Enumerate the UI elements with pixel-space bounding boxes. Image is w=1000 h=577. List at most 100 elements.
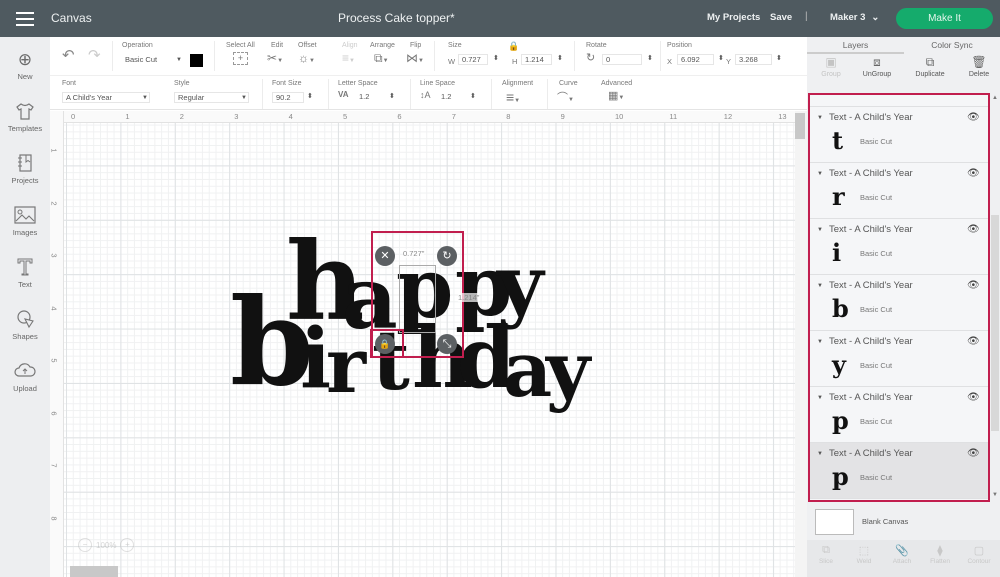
layer-item[interactable]: ▼ Text - A Child's Year 👁 y Basic Cut xyxy=(810,331,988,387)
scissors-icon[interactable]: ✂▼ xyxy=(267,51,283,65)
group-button[interactable]: ▣ Group xyxy=(807,55,855,78)
letter-a2[interactable]: a xyxy=(503,332,552,408)
sidebar-item-templates[interactable]: Templates xyxy=(0,101,50,133)
machine-selector[interactable]: Maker 3 ⌄ xyxy=(830,12,879,23)
layer-item[interactable]: h xyxy=(810,95,988,107)
line-space-stepper[interactable]: ⬍ xyxy=(470,92,476,100)
width-stepper[interactable]: ⬍ xyxy=(493,54,499,62)
font-size-input[interactable]: 90.2 xyxy=(272,92,304,103)
offset-icon[interactable]: ☼▼ xyxy=(298,51,315,65)
ungroup-button[interactable]: ⧈ UnGroup xyxy=(853,55,901,78)
scroll-down-icon[interactable]: ▼ xyxy=(992,492,998,498)
contour-button[interactable]: ▢ Contour xyxy=(960,544,998,565)
eye-icon[interactable]: 👁 xyxy=(967,168,980,179)
font-size-stepper[interactable]: ⬍ xyxy=(307,92,313,100)
rotate-handle-icon[interactable]: ↻ xyxy=(437,246,457,266)
eye-icon[interactable]: 👁 xyxy=(967,336,980,347)
my-projects-link[interactable]: My Projects xyxy=(707,12,760,23)
eye-icon[interactable]: 👁 xyxy=(967,280,980,291)
flip-icon[interactable]: ⋈▼ xyxy=(406,51,424,65)
eye-icon[interactable]: 👁 xyxy=(967,224,980,235)
height-input[interactable]: 1.214 xyxy=(521,54,552,65)
rotate-stepper[interactable]: ⬍ xyxy=(647,54,653,62)
ruler-tick-label: 11 xyxy=(669,112,678,121)
canvas-horizontal-scroll-thumb[interactable] xyxy=(70,566,118,577)
font-select[interactable]: A Child's Year xyxy=(62,92,150,103)
arrange-icon[interactable]: ⧉▼ xyxy=(374,51,389,66)
sidebar-item-new[interactable]: ⊕ New xyxy=(0,49,50,81)
expand-triangle-icon[interactable]: ▼ xyxy=(817,283,823,289)
slice-icon: ⧉ xyxy=(822,544,830,556)
eye-icon[interactable]: 👁 xyxy=(967,112,980,123)
x-position-input[interactable]: 6.092 xyxy=(677,54,714,65)
x-stepper[interactable]: ⬍ xyxy=(718,54,724,62)
duplicate-button[interactable]: ⧉ Duplicate xyxy=(906,55,954,78)
layer-thumbnail: b xyxy=(832,294,849,323)
lock-handle-icon[interactable]: 🔒 xyxy=(375,334,395,354)
select-all-icon[interactable]: + xyxy=(233,52,248,65)
color-swatch[interactable] xyxy=(190,54,203,67)
expand-triangle-icon[interactable]: ▼ xyxy=(817,115,823,121)
expand-triangle-icon[interactable]: ▼ xyxy=(817,171,823,177)
layers-scroll-thumb[interactable] xyxy=(991,215,999,431)
advanced-icon[interactable]: ▦▼ xyxy=(608,89,624,102)
scroll-up-icon[interactable]: ▲ xyxy=(992,95,998,101)
attach-button[interactable]: 📎 Attach xyxy=(883,544,921,565)
delete-button[interactable]: 🗑 Delete xyxy=(955,55,1000,78)
save-link[interactable]: Save xyxy=(770,12,792,23)
weld-button[interactable]: ⬚ Weld xyxy=(845,544,883,565)
zoom-out-button[interactable]: − xyxy=(78,538,92,552)
delete-handle-icon[interactable]: ✕ xyxy=(375,246,395,266)
y-position-input[interactable]: 3.268 xyxy=(735,54,772,65)
line-space-input[interactable]: 1.2 xyxy=(438,92,468,103)
caret-down-icon: ▼ xyxy=(241,95,247,101)
expand-triangle-icon[interactable]: ▼ xyxy=(817,339,823,345)
expand-triangle-icon[interactable]: ▼ xyxy=(817,395,823,401)
rotate-input[interactable]: 0 xyxy=(602,54,642,65)
letter-y2[interactable]: y xyxy=(546,332,590,408)
sidebar-item-upload[interactable]: Upload xyxy=(0,361,50,393)
height-stepper[interactable]: ⬍ xyxy=(557,54,563,62)
tab-color-sync[interactable]: Color Sync xyxy=(904,37,1000,53)
sidebar-item-projects[interactable]: Projects xyxy=(0,153,50,185)
tab-layers[interactable]: Layers xyxy=(807,37,904,53)
align-left-icon[interactable]: ≡▼ xyxy=(506,89,520,105)
align-icon[interactable]: ≡▼ xyxy=(342,51,355,65)
sidebar-item-text[interactable]: Text xyxy=(0,257,50,289)
make-it-button[interactable]: Make It xyxy=(896,8,993,29)
expand-triangle-icon[interactable]: ▼ xyxy=(817,451,823,457)
y-stepper[interactable]: ⬍ xyxy=(776,54,782,62)
undo-icon[interactable]: ↶ xyxy=(62,46,75,64)
layer-item-selected[interactable]: ▼ Text - A Child's Year 👁 p Basic Cut xyxy=(810,443,988,499)
width-input[interactable]: 0.727 xyxy=(458,54,488,65)
layer-item[interactable]: ▼ Text - A Child's Year 👁 r Basic Cut xyxy=(810,163,988,219)
flatten-button[interactable]: ⧫ Flatten xyxy=(921,544,959,565)
ungroup-label: UnGroup xyxy=(862,71,892,78)
blank-canvas-swatch[interactable] xyxy=(815,509,854,535)
letter-r[interactable]: r xyxy=(326,328,366,404)
layer-item[interactable]: ▼ Text - A Child's Year 👁 t Basic Cut xyxy=(810,107,988,163)
resize-handle-icon[interactable]: ⤡ xyxy=(437,334,457,354)
style-select[interactable]: Regular xyxy=(174,92,249,103)
letter-space-stepper[interactable]: ⬍ xyxy=(389,92,395,100)
operation-select[interactable]: Basic Cut xyxy=(122,55,184,66)
divider xyxy=(328,79,329,109)
zoom-in-button[interactable]: + xyxy=(120,538,135,552)
canvas-vertical-scrollbar[interactable] xyxy=(795,111,807,577)
eye-icon[interactable]: 👁 xyxy=(967,392,980,403)
layer-item[interactable]: ▼ Text - A Child's Year 👁 p Basic Cut xyxy=(810,387,988,443)
expand-triangle-icon[interactable]: ▼ xyxy=(817,227,823,233)
sidebar-item-shapes[interactable]: Shapes xyxy=(0,309,50,341)
lock-icon[interactable]: 🔒 xyxy=(508,41,519,52)
slice-button[interactable]: ⧉ Slice xyxy=(807,544,845,565)
letter-space-input[interactable]: 1.2 xyxy=(356,92,386,103)
sidebar-item-images[interactable]: Images xyxy=(0,205,50,237)
hamburger-menu-icon[interactable] xyxy=(16,12,34,26)
eye-icon[interactable]: 👁 xyxy=(967,448,980,459)
zoom-control: − 100% + xyxy=(78,538,135,552)
canvas-scroll-thumb[interactable] xyxy=(795,113,805,139)
redo-icon[interactable]: ↷ xyxy=(88,46,101,64)
layer-item[interactable]: ▼ Text - A Child's Year 👁 i Basic Cut xyxy=(810,219,988,275)
layer-item[interactable]: ▼ Text - A Child's Year 👁 b Basic Cut xyxy=(810,275,988,331)
curve-icon[interactable]: ⌒▼ xyxy=(557,89,574,105)
